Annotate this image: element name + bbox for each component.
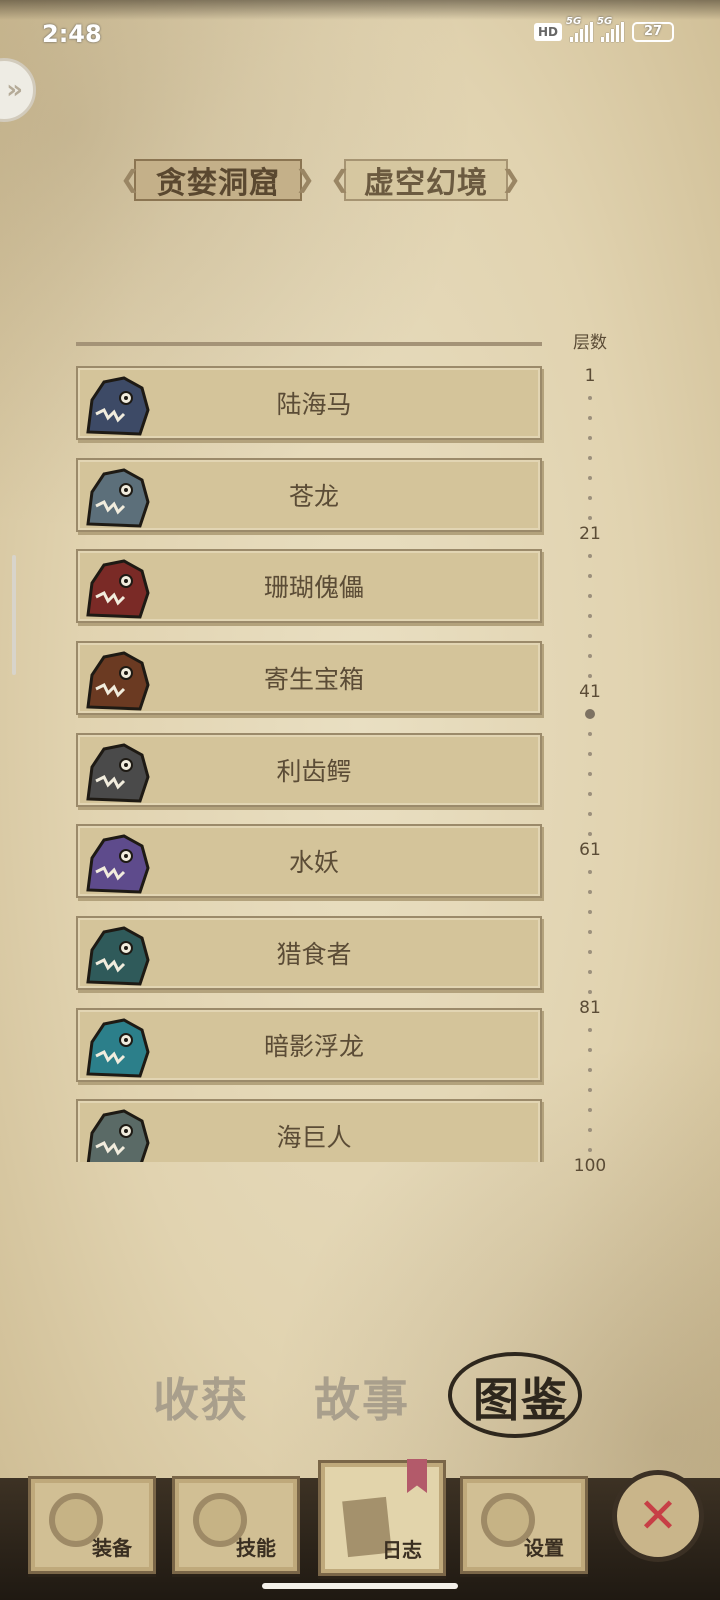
monster-name: 利齿鳄	[276, 757, 352, 786]
scale-dot	[588, 870, 592, 874]
monster-name: 暗影浮龙	[263, 1032, 364, 1061]
floor-scale[interactable]: 层数 1 21 41 61 81 100	[560, 320, 620, 1200]
monster-card[interactable]: 暗影浮龙	[76, 1008, 542, 1082]
monster-name: 猎食者	[276, 940, 352, 969]
scale-dot	[588, 772, 592, 776]
azure-dragon-icon	[82, 462, 152, 532]
scale-dot	[588, 614, 592, 618]
scale-label: 100	[573, 1156, 607, 1176]
scale-dot	[588, 496, 592, 500]
tab-codex[interactable]: 图鉴	[473, 1364, 569, 1430]
monster-card[interactable]: 利齿鳄	[76, 733, 542, 807]
scale-dot	[588, 1068, 592, 1072]
sharp-tooth-croc-icon	[82, 737, 152, 807]
right-ornament-icon: ❯	[500, 165, 522, 193]
scale-dot	[588, 416, 592, 420]
sea-giant-icon	[82, 1103, 152, 1162]
monster-card[interactable]: 寄生宝箱	[76, 641, 542, 715]
scale-dot	[588, 594, 592, 598]
scale-dot	[588, 634, 592, 638]
parasite-chest-icon	[82, 645, 152, 715]
scale-label: 81	[579, 998, 601, 1018]
monster-name: 寄生宝箱	[263, 665, 364, 694]
scale-dot	[588, 970, 592, 974]
tab-harvest[interactable]: 收获	[153, 1364, 249, 1430]
monster-card[interactable]: 水妖	[76, 824, 542, 898]
scale-dot	[588, 1128, 592, 1132]
scale-dot	[588, 1048, 592, 1052]
bookmark-ribbon-icon	[407, 1459, 427, 1493]
scale-dot	[588, 732, 592, 736]
edge-handle[interactable]	[12, 555, 16, 675]
scale-dot	[588, 574, 592, 578]
scale-dot	[588, 752, 592, 756]
scale-dot	[588, 910, 592, 914]
status-icons: HD 5G 5G 27	[533, 16, 674, 42]
scale-dot	[588, 812, 592, 816]
tab-greedy-cave[interactable]: ❮ 贪婪洞窟 ❯	[118, 153, 318, 207]
list-top-edge	[76, 342, 542, 346]
scale-dot	[588, 792, 592, 796]
monster-list[interactable]: 陆海马苍龙珊瑚傀儡寄生宝箱利齿鳄水妖猎食者暗影浮龙海巨人	[74, 330, 554, 1162]
monster-card[interactable]: 苍龙	[76, 458, 542, 532]
close-icon: ✕	[637, 1488, 679, 1544]
scale-dot	[588, 516, 592, 520]
nav-settings-button[interactable]: 设置	[460, 1476, 588, 1574]
signal-icon-2: 5G	[597, 16, 624, 42]
scale-dot	[588, 890, 592, 894]
monster-name: 陆海马	[276, 390, 352, 419]
close-button[interactable]: ✕	[612, 1470, 704, 1562]
hd-icon: HD	[533, 23, 562, 41]
monster-card[interactable]: 猎食者	[76, 916, 542, 990]
scale-dot	[588, 1108, 592, 1112]
bottom-nav: 装备 技能 日志 设置 ✕	[0, 1459, 720, 1600]
tab-void-realm[interactable]: ❮ 虚空幻境 ❯	[328, 153, 524, 207]
monster-name: 水妖	[288, 848, 339, 877]
scale-label: 61	[579, 840, 601, 860]
tab-story[interactable]: 故事	[314, 1364, 410, 1430]
scale-dot	[588, 476, 592, 480]
monster-card[interactable]: 海巨人	[76, 1099, 542, 1162]
monster-name: 海巨人	[276, 1123, 352, 1152]
left-ornament-icon: ❮	[120, 165, 142, 193]
nav-skill-button[interactable]: 技能	[172, 1476, 300, 1574]
scale-label: 21	[579, 524, 601, 544]
shadow-dragon-icon	[82, 1012, 152, 1082]
scale-dot	[588, 654, 592, 658]
nav-journal-button[interactable]: 日志	[318, 1459, 446, 1576]
scale-label: 41	[579, 682, 601, 702]
scale-dot	[588, 396, 592, 400]
home-indicator[interactable]	[262, 1583, 458, 1589]
status-bar: 2:48 HD 5G 5G 27	[0, 0, 720, 70]
monster-card[interactable]: 珊瑚傀儡	[76, 549, 542, 623]
scale-dot	[588, 832, 592, 836]
right-ornament-icon: ❯	[294, 165, 316, 193]
scale-dot	[588, 436, 592, 440]
scale-dot	[588, 950, 592, 954]
scale-dot	[588, 930, 592, 934]
signal-icon: 5G	[566, 16, 593, 42]
left-ornament-icon: ❮	[330, 165, 352, 193]
scale-title: 层数	[573, 333, 607, 353]
scale-label: 1	[584, 366, 596, 386]
monster-name: 珊瑚傀儡	[263, 573, 364, 602]
monster-card[interactable]: 陆海马	[76, 366, 542, 440]
monster-name: 苍龙	[288, 482, 339, 511]
scale-dot	[588, 1028, 592, 1032]
scale-dot	[588, 456, 592, 460]
scale-dot	[588, 554, 592, 558]
status-time: 2:48	[42, 20, 102, 48]
scale-dot	[588, 1148, 592, 1152]
battery-icon: 27	[632, 22, 674, 42]
current-floor-marker	[585, 709, 595, 719]
scale-dot	[588, 990, 592, 994]
coral-golem-icon	[82, 553, 152, 623]
land-seahorse-icon	[82, 370, 152, 440]
scale-dot	[588, 674, 592, 678]
predator-icon	[82, 920, 152, 990]
scale-dot	[588, 1088, 592, 1092]
water-demon-icon	[82, 828, 152, 898]
nav-equipment-button[interactable]: 装备	[28, 1476, 156, 1574]
